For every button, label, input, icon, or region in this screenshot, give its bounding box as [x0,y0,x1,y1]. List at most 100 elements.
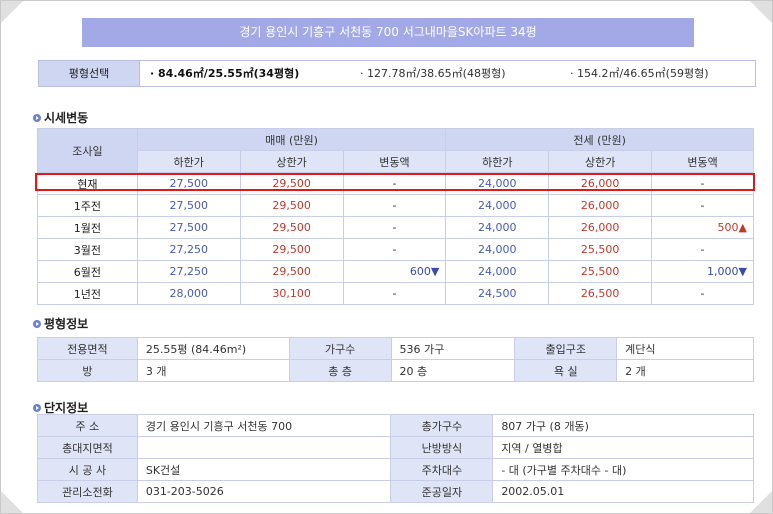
jeonse-low: 24,500 [445,282,550,305]
row-date: 3월전 [37,238,138,261]
sale-low: 27,250 [136,238,241,261]
danji-row: 주 소 경기 용인시 기흥구 서천동 700 총가구수 807 가구 (8 개동) [37,414,754,437]
jeonse-high: 26,000 [548,216,653,239]
sale-high: 30,100 [239,282,344,305]
field-label: 주 소 [37,414,138,437]
section-price-change: 시세변동 [33,109,88,126]
sale-low: 27,250 [136,260,241,283]
section-pyeong-info: 평형정보 [33,315,88,332]
header-sale: 매매 (만원) [136,128,447,151]
bullet-icon [33,403,41,412]
jeonse-change: - [651,282,754,305]
field-value: 2 개 [616,359,754,382]
field-label: 주차대수 [390,458,494,481]
price-row: 1년전 28,000 30,100-24,500 26,500- [37,282,754,305]
row-date: 1월전 [37,216,138,239]
corner-decoration [750,1,772,23]
jeonse-change: 500▲ [651,216,754,239]
field-label: 가구수 [288,337,392,360]
jeonse-change: 1,000▼ [651,260,754,283]
listing-frame: 경기 용인시 기흥구 서천동 700 서그내마을SK아파트 34평 평형선택 ·… [0,0,773,514]
size-option-48[interactable]: · 127.78㎡/38.65㎡(48평형) [350,61,560,86]
field-value: 경기 용인시 기흥구 서천동 700 [136,414,392,437]
subheader: 변동액 [342,150,447,173]
jeonse-high: 26,500 [548,282,653,305]
bullet-icon [33,319,41,328]
jeonse-change: - [651,194,754,217]
subheader: 상한가 [239,150,344,173]
corner-decoration [1,491,23,513]
field-value: 지역 / 열병합 [492,436,754,459]
header-jeonse: 전세 (만원) [445,128,754,151]
size-option-59[interactable]: · 154.2㎡/46.65㎡(59평형) [560,61,709,86]
field-value: 536 가구 [390,337,516,360]
field-label: 욕 실 [514,359,618,382]
section-title: 평형정보 [44,317,89,331]
field-label: 방 [37,359,138,382]
jeonse-low: 24,000 [445,260,550,283]
bullet-icon [33,113,41,122]
subheader: 하한가 [136,150,241,173]
field-label: 출입구조 [514,337,618,360]
sale-high: 29,500 [239,260,344,283]
danji-row: 관리소전화 031-203-5026 준공일자 2002.05.01 [37,480,754,503]
sale-high: 29,500 [239,238,344,261]
jeonse-change: - [651,238,754,261]
field-value: 20 층 [390,359,516,382]
price-row: 6월전 27,250 29,500 600▼ 24,000 25,500 1,000▼ [37,260,754,283]
price-row: 1월전 27,500 29,500-24,000 26,000 500▲ [37,216,754,239]
field-value: 031-203-5026 [136,480,392,503]
page-title: 경기 용인시 기흥구 서천동 700 서그내마을SK아파트 34평 [82,18,694,47]
price-table: 조사일 매매 (만원) 전세 (만원) 하한가 상한가 변동액 하한가 상한가 … [37,128,754,305]
field-label: 총가구수 [390,414,494,437]
sale-high: 29,500 [239,194,344,217]
sale-change: - [342,282,447,305]
field-value [136,436,392,459]
danji-row: 시 공 사 SK건설 주차대수 - 대 (가구별 주차대수 - 대) [37,458,754,481]
size-option-34[interactable]: · 84.46㎡/25.55㎡(34평형) [140,61,350,86]
subheader: 상한가 [548,150,653,173]
field-value: 2002.05.01 [492,480,754,503]
size-select-label: 평형선택 [39,61,140,86]
corner-decoration [1,1,23,23]
sale-low: 28,000 [136,282,241,305]
jeonse-high: 25,500 [548,238,653,261]
field-label: 총대지면적 [37,436,138,459]
row-date: 6월전 [37,260,138,283]
sale-low: 27,500 [136,194,241,217]
size-select-bar: 평형선택 · 84.46㎡/25.55㎡(34평형) · 127.78㎡/38.… [38,60,756,87]
row-date: 1주전 [37,194,138,217]
field-label: 난방방식 [390,436,494,459]
row-date: 1년전 [37,282,138,305]
jeonse-high: 26,000 [548,194,653,217]
header-date: 조사일 [37,128,138,173]
field-label: 총 층 [288,359,392,382]
section-title: 시세변동 [44,111,89,125]
field-label: 전용면적 [37,337,138,360]
field-value: 계단식 [616,337,754,360]
sale-change: - [342,216,447,239]
field-label: 시 공 사 [37,458,138,481]
jeonse-low: 24,000 [445,238,550,261]
danji-row: 총대지면적 난방방식 지역 / 열병합 [37,436,754,459]
subheader: 변동액 [651,150,754,173]
sale-change: - [342,238,447,261]
field-value: 807 가구 (8 개동) [492,414,754,437]
field-value: 3 개 [136,359,290,382]
sale-change: 600▼ [342,260,447,283]
danji-table: 주 소 경기 용인시 기흥구 서천동 700 총가구수 807 가구 (8 개동) 총대… [37,414,754,503]
field-value: SK건설 [136,458,392,481]
sale-low: 27,500 [136,216,241,239]
subheader: 하한가 [445,150,550,173]
jeonse-low: 24,000 [445,194,550,217]
current-row-highlight [35,173,755,191]
field-label: 준공일자 [390,480,494,503]
price-row: 1주전 27,500 29,500-24,000 26,000- [37,194,754,217]
pyeong-table: 전용면적 25.55평 (84.46m²) 가구수 536 가구 출입구조 계단… [37,337,754,382]
field-value: 25.55평 (84.46m²) [136,337,290,360]
sale-high: 29,500 [239,216,344,239]
price-row: 3월전 27,250 29,500-24,000 25,500- [37,238,754,261]
jeonse-high: 25,500 [548,260,653,283]
sale-change: - [342,194,447,217]
field-label: 관리소전화 [37,480,138,503]
